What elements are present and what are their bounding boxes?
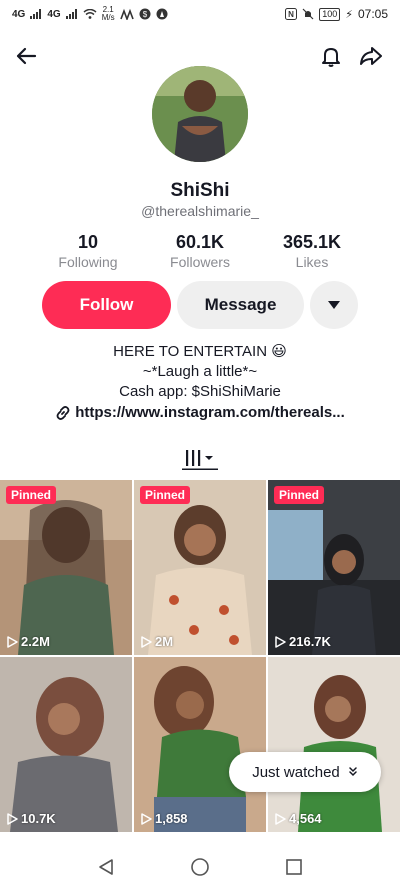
following-stat[interactable]: 10 Following (33, 232, 143, 270)
likes-label: Likes (295, 254, 329, 270)
followers-stat[interactable]: 60.1K Followers (145, 232, 255, 270)
bio-line: ~*Laugh a little*~ (142, 363, 258, 380)
thumbnail-image (134, 480, 266, 655)
pinned-badge: Pinned (140, 486, 191, 504)
likes-count: 365.1K (282, 232, 342, 252)
bio-link[interactable]: https://www.instagram.com/thereals... (0, 404, 400, 421)
view-count-text: 216.7K (289, 634, 331, 649)
just-watched-button[interactable]: Just watched (229, 752, 381, 792)
profile-stats: 10 Following 60.1K Followers 365.1K Like… (0, 232, 400, 272)
video-thumbnail[interactable]: 10.7K (0, 657, 132, 832)
circle-home-icon (191, 857, 209, 876)
signal-1: 4G (12, 8, 26, 20)
play-icon (7, 635, 18, 648)
system-navigation-bar (0, 846, 400, 892)
view-count-text: 10.7K (21, 811, 56, 826)
avatar-photo (152, 66, 248, 162)
status-bar: 4G 4G 2.1 M/s $ N 100 ⚡ 07:05 (0, 0, 400, 28)
profile-actions: Follow Message (0, 281, 400, 329)
charging-icon: ⚡ (345, 8, 353, 21)
mute-icon (302, 8, 314, 20)
triangle-back-icon (99, 858, 114, 875)
signal-2: 4G (47, 8, 61, 20)
status-left: 4G 4G 2.1 M/s $ (12, 6, 168, 22)
bio-link-text: https://www.instagram.com/thereals... (75, 404, 345, 421)
view-count: 216.7K (275, 634, 331, 649)
share-arrow-icon (360, 47, 382, 65)
bell-icon (322, 48, 340, 67)
double-chevron-down-icon (349, 767, 357, 777)
net-speed: 2.1 M/s (101, 5, 115, 22)
thumbnail-image (268, 657, 400, 832)
play-icon (275, 635, 286, 648)
bio: HERE TO ENTERTAIN 😃 ~*Laugh a little*~ C… (0, 342, 400, 402)
status-right: N 100 ⚡ 07:05 (285, 7, 388, 21)
system-home-button[interactable] (190, 857, 210, 882)
system-back-button[interactable] (97, 858, 115, 881)
video-thumbnail[interactable]: Pinned 2.2M (0, 480, 132, 655)
video-thumbnail[interactable]: Pinned 216.7K (268, 480, 400, 655)
videos-grid-icon (182, 450, 218, 470)
bio-line: Cash app: $ShiShiMarie (119, 383, 281, 400)
svg-text:$: $ (142, 10, 147, 19)
share-button[interactable] (355, 40, 387, 72)
caret-down-icon (328, 301, 340, 309)
profile-name: ShiShi (170, 180, 230, 201)
view-count: 10.7K (7, 811, 56, 826)
more-options-button[interactable] (310, 281, 358, 329)
back-arrow-icon (16, 47, 37, 65)
link-icon (56, 405, 70, 420)
play-icon (275, 812, 286, 825)
notifications-button[interactable] (315, 40, 347, 72)
follow-button[interactable]: Follow (42, 281, 171, 329)
play-icon (141, 635, 152, 648)
message-button[interactable]: Message (177, 281, 304, 329)
pinned-badge: Pinned (274, 486, 325, 504)
just-watched-label: Just watched (252, 763, 340, 781)
square-recents-icon (285, 858, 302, 875)
battery-indicator: 100 (319, 7, 341, 21)
profile-handle: @therealshimarie_ (141, 203, 259, 219)
back-button[interactable] (10, 40, 42, 72)
followers-count: 60.1K (175, 232, 225, 252)
clock: 07:05 (357, 7, 388, 21)
view-count-text: 2M (155, 634, 174, 649)
app-notification-icon (119, 8, 134, 20)
play-icon (7, 812, 18, 825)
following-count: 10 (77, 232, 99, 252)
signal-bars-icon (30, 9, 42, 19)
videos-tab[interactable] (0, 444, 400, 474)
play-icon (141, 812, 152, 825)
nfc-icon: N (285, 8, 298, 20)
video-thumbnail[interactable]: 4,564 (268, 657, 400, 832)
thumbnail-image (134, 657, 266, 832)
view-count: 2M (141, 634, 173, 649)
wifi-icon (83, 9, 97, 19)
followers-label: Followers (170, 254, 230, 270)
bio-line: HERE TO ENTERTAIN 😃 (113, 343, 287, 360)
navigation-app-icon (156, 8, 168, 20)
view-count-text: 4,564 (289, 811, 322, 826)
view-count-text: 2.2M (21, 634, 50, 649)
likes-stat[interactable]: 365.1K Likes (257, 232, 367, 270)
view-count: 1,858 (141, 811, 188, 826)
thumbnail-image (268, 480, 400, 655)
view-count: 2.2M (7, 634, 50, 649)
app-notification-icon: $ (139, 8, 151, 20)
video-thumbnail[interactable]: 1,858 (134, 657, 266, 832)
thumbnail-image (0, 657, 132, 832)
pinned-badge: Pinned (6, 486, 57, 504)
thumbnail-image (0, 480, 132, 655)
view-count: 4,564 (275, 811, 322, 826)
avatar[interactable] (152, 66, 248, 162)
video-thumbnail[interactable]: Pinned 2M (134, 480, 266, 655)
signal-bars-icon (65, 9, 77, 19)
svg-text:N: N (288, 10, 294, 19)
view-count-text: 1,858 (155, 811, 188, 826)
system-recents-button[interactable] (285, 858, 303, 881)
following-label: Following (58, 254, 118, 270)
